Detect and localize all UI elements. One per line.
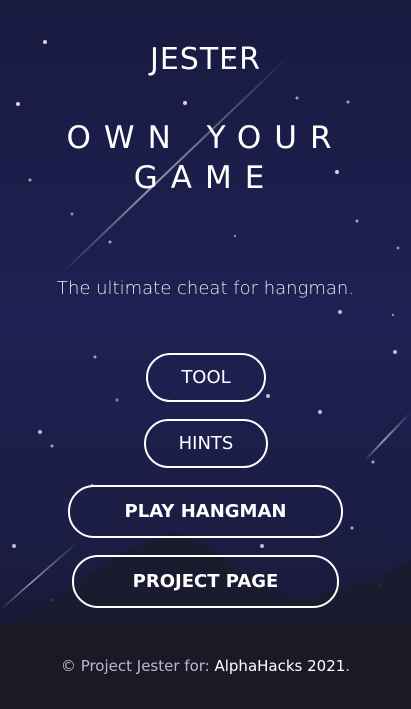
play-hangman-button[interactable]: PLAY HANGMAN (68, 485, 343, 538)
headline-line-1: OWN YOUR (66, 120, 345, 156)
alphahacks-link[interactable]: AlphaHacks 2021 (214, 657, 345, 675)
footer-suffix: . (345, 657, 351, 675)
tagline: The ultimate cheat for hangman. (56, 278, 355, 299)
hints-button[interactable]: HINTS (144, 419, 268, 468)
headline-line-2: GAME (133, 160, 278, 196)
footer-prefix: © Project Jester for: (60, 657, 215, 675)
hero-headline: OWN YOUR GAME (0, 118, 411, 198)
project-page-button[interactable]: PROJECT PAGE (72, 555, 339, 608)
tool-button[interactable]: TOOL (146, 353, 266, 402)
brand-title: JESTER (150, 42, 261, 77)
footer: © Project Jester for: AlphaHacks 2021. (0, 657, 411, 675)
